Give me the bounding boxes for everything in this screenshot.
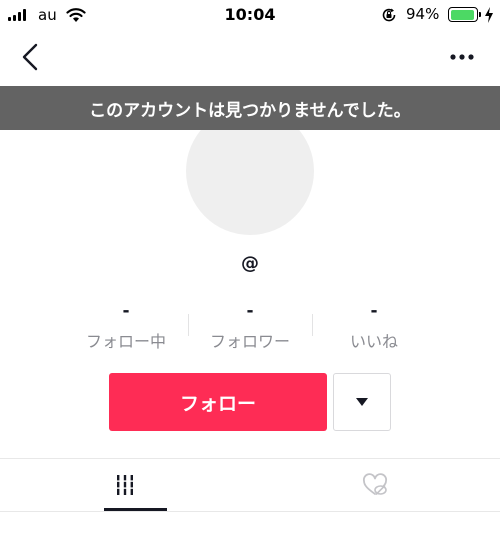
- battery-level: [450, 9, 474, 20]
- triangle-down-icon: [356, 398, 368, 406]
- rotation-lock-icon: [382, 8, 396, 22]
- charging-bolt-icon: [485, 7, 493, 23]
- stat-label: フォロー中: [85, 332, 166, 351]
- stat-value: -: [246, 301, 254, 321]
- back-button[interactable]: [14, 40, 48, 74]
- banner-message: このアカウントは見つかりませんでした。: [89, 100, 411, 121]
- tabs-divider-bottom: [0, 511, 500, 512]
- username: @: [241, 253, 259, 274]
- battery-icon: [448, 7, 478, 22]
- stat-followers[interactable]: - フォロワー: [188, 300, 312, 356]
- more-options-button[interactable]: [444, 42, 480, 72]
- nav-bar: [0, 30, 500, 86]
- stat-value: -: [122, 301, 130, 321]
- stat-label: いいね: [349, 332, 398, 351]
- ellipsis-icon: [450, 54, 474, 60]
- stat-value: -: [370, 301, 378, 321]
- tab-liked-videos[interactable]: [250, 459, 500, 511]
- status-bar: au 10:04 94%: [0, 0, 500, 30]
- account-not-found-banner: このアカウントは見つかりませんでした。: [0, 86, 500, 130]
- stat-likes: - いいね: [312, 300, 436, 356]
- stat-following[interactable]: - フォロー中: [64, 300, 188, 356]
- suggested-accounts-dropdown-button[interactable]: [333, 373, 391, 431]
- battery-percent: 94%: [406, 5, 440, 23]
- follow-button[interactable]: フォロー: [109, 373, 327, 431]
- stat-label: フォロワー: [209, 332, 290, 351]
- heart-hidden-icon: [363, 473, 387, 495]
- profile-stats: - フォロー中 - フォロワー - いいね: [64, 300, 436, 356]
- tab-videos[interactable]: [0, 459, 250, 511]
- grid-icon: [115, 475, 135, 495]
- battery-cap: [479, 12, 481, 17]
- chevron-left-icon: [22, 43, 38, 71]
